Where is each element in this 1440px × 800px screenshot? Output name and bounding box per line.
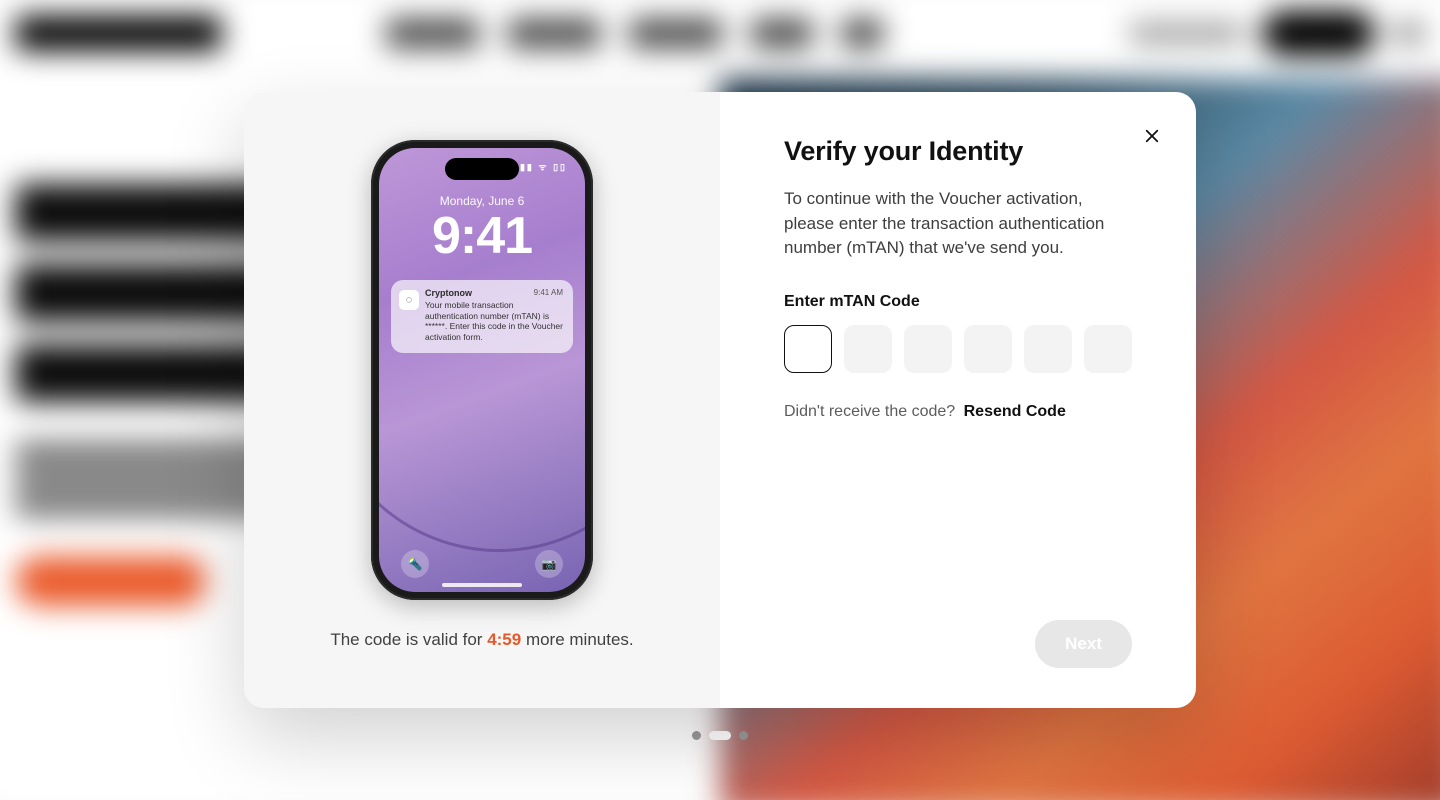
modal-overlay: ▮▮▮ ᯤ ▯▯ Monday, June 6 9:41 ◌ Cryptonow… (0, 0, 1440, 800)
phone-mockup: ▮▮▮ ᯤ ▯▯ Monday, June 6 9:41 ◌ Cryptonow… (371, 140, 593, 600)
modal-illustration-panel: ▮▮▮ ᯤ ▯▯ Monday, June 6 9:41 ◌ Cryptonow… (244, 92, 720, 708)
validity-suffix: more minutes. (521, 630, 633, 649)
phone-notification: ◌ Cryptonow 9:41 AM Your mobile transact… (391, 280, 573, 353)
validity-countdown: 4:59 (487, 630, 521, 649)
modal-form-panel: Verify your Identity To continue with th… (720, 92, 1196, 708)
code-validity-text: The code is valid for 4:59 more minutes. (330, 630, 633, 650)
notification-time: 9:41 AM (534, 288, 563, 297)
modal-description: To continue with the Voucher activation,… (784, 187, 1132, 261)
mtan-digit-4[interactable] (964, 325, 1012, 373)
resend-code-link[interactable]: Resend Code (964, 403, 1066, 420)
phone-status-icons: ▮▮▮ ᯤ ▯▯ (513, 160, 567, 173)
modal-title: Verify your Identity (784, 136, 1132, 167)
mtan-digit-2[interactable] (844, 325, 892, 373)
phone-home-bar (442, 583, 522, 587)
close-icon (1143, 127, 1161, 145)
close-button[interactable] (1136, 120, 1168, 152)
mtan-digit-5[interactable] (1024, 325, 1072, 373)
camera-icon: 📷 (535, 550, 563, 578)
mtan-digit-1[interactable] (784, 325, 832, 373)
mtan-digit-3[interactable] (904, 325, 952, 373)
notification-body: Your mobile transaction authentication n… (425, 300, 563, 343)
resend-row: Didn't receive the code? Resend Code (784, 403, 1132, 421)
resend-prompt: Didn't receive the code? (784, 403, 955, 420)
phone-lock-date: Monday, June 6 (379, 194, 585, 208)
notification-app-icon: ◌ (399, 290, 419, 310)
validity-prefix: The code is valid for (330, 630, 487, 649)
mtan-label: Enter mTAN Code (784, 293, 1132, 311)
verify-identity-modal: ▮▮▮ ᯤ ▯▯ Monday, June 6 9:41 ◌ Cryptonow… (244, 92, 1196, 708)
mtan-digit-6[interactable] (1084, 325, 1132, 373)
phone-notch (445, 158, 519, 180)
flashlight-icon: 🔦 (401, 550, 429, 578)
mtan-code-inputs (784, 325, 1132, 373)
next-button[interactable]: Next (1035, 620, 1132, 668)
